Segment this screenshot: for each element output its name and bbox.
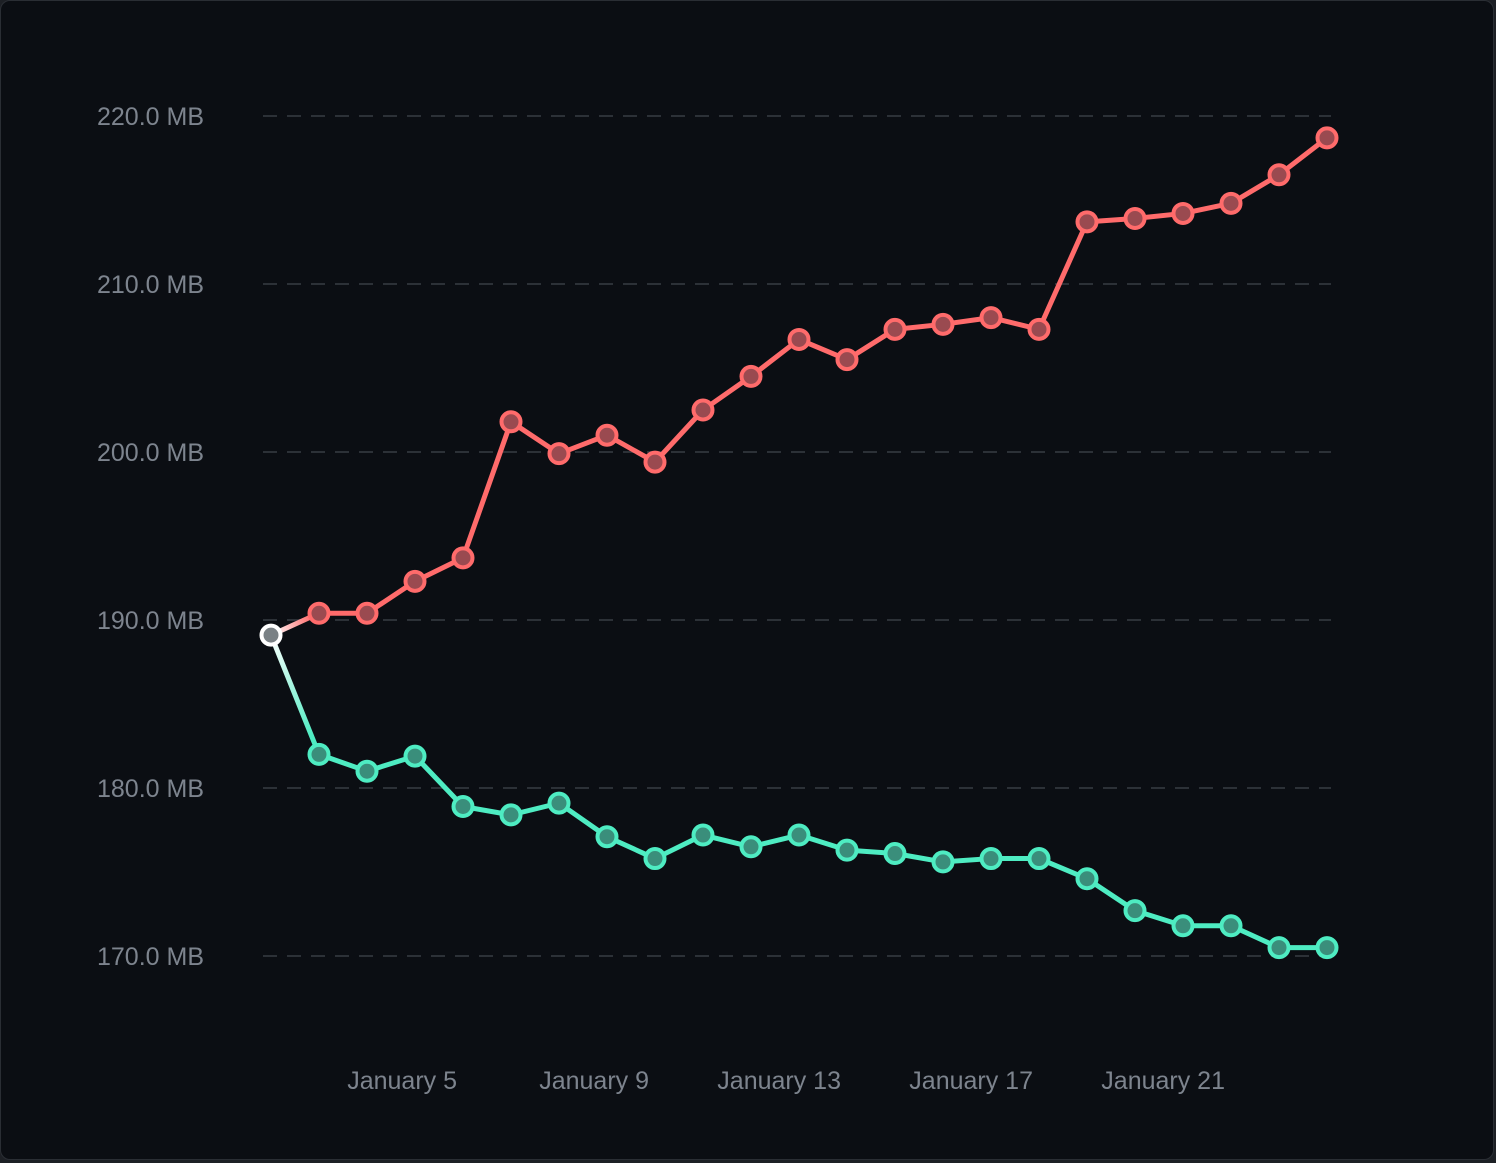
- y-tick-label: 170.0 MB: [97, 943, 204, 971]
- data-point[interactable]: [691, 823, 715, 847]
- data-point[interactable]: [1075, 210, 1099, 234]
- data-point[interactable]: [403, 569, 427, 593]
- x-tick-label: January 21: [1101, 1067, 1225, 1095]
- data-point[interactable]: [1123, 899, 1147, 923]
- data-point[interactable]: [883, 842, 907, 866]
- memory-line-chart: 170.0 MB 180.0 MB 190.0 MB 200.0 MB 210.0 MB…: [97, 103, 1339, 1095]
- x-tick-label: January 13: [717, 1067, 841, 1095]
- data-point[interactable]: [1027, 317, 1051, 341]
- data-point[interactable]: [1123, 206, 1147, 230]
- data-point[interactable]: [787, 327, 811, 351]
- data-point[interactable]: [499, 803, 523, 827]
- series-increase: [268, 126, 1339, 638]
- data-point[interactable]: [643, 450, 667, 474]
- data-point[interactable]: [1315, 126, 1339, 150]
- data-point[interactable]: [499, 410, 523, 434]
- data-point[interactable]: [355, 601, 379, 625]
- start-data-point[interactable]: [259, 623, 283, 647]
- data-point[interactable]: [595, 423, 619, 447]
- y-axis: 170.0 MB 180.0 MB 190.0 MB 200.0 MB 210.0 MB…: [97, 103, 204, 971]
- data-point[interactable]: [307, 742, 331, 766]
- series-start-segment: [268, 632, 322, 757]
- data-point[interactable]: [547, 442, 571, 466]
- data-point[interactable]: [643, 847, 667, 871]
- x-tick-label: January 5: [347, 1067, 457, 1095]
- data-point[interactable]: [883, 317, 907, 341]
- data-point[interactable]: [739, 364, 763, 388]
- data-point[interactable]: [1267, 936, 1291, 960]
- data-point[interactable]: [1171, 914, 1195, 938]
- x-axis: January 5 January 9 January 13 January 17 Ja…: [347, 1067, 1225, 1095]
- data-point[interactable]: [451, 794, 475, 818]
- data-point[interactable]: [835, 348, 859, 372]
- x-tick-label: January 17: [909, 1067, 1033, 1095]
- data-point[interactable]: [1171, 201, 1195, 225]
- y-tick-label: 190.0 MB: [97, 607, 204, 635]
- data-point[interactable]: [355, 759, 379, 783]
- series-layer: [259, 126, 1339, 960]
- x-tick-label: January 9: [539, 1067, 649, 1095]
- y-tick-label: 180.0 MB: [97, 775, 204, 803]
- data-point[interactable]: [691, 398, 715, 422]
- data-point[interactable]: [1219, 914, 1243, 938]
- data-point[interactable]: [1219, 191, 1243, 215]
- data-point[interactable]: [451, 546, 475, 570]
- y-tick-label: 220.0 MB: [97, 103, 204, 131]
- y-tick-label: 200.0 MB: [97, 439, 204, 467]
- chart-card: 170.0 MB 180.0 MB 190.0 MB 200.0 MB 210.0 MB…: [0, 0, 1494, 1160]
- data-point[interactable]: [1075, 867, 1099, 891]
- data-point[interactable]: [931, 312, 955, 336]
- data-point[interactable]: [979, 306, 1003, 330]
- data-point[interactable]: [1315, 936, 1339, 960]
- data-point[interactable]: [787, 823, 811, 847]
- data-point[interactable]: [835, 838, 859, 862]
- data-point[interactable]: [1027, 847, 1051, 871]
- data-point[interactable]: [403, 744, 427, 768]
- data-point[interactable]: [595, 825, 619, 849]
- data-point[interactable]: [739, 835, 763, 859]
- data-point[interactable]: [547, 791, 571, 815]
- data-point[interactable]: [307, 601, 331, 625]
- series-decrease: [268, 632, 1339, 960]
- data-point[interactable]: [931, 850, 955, 874]
- y-tick-label: 210.0 MB: [97, 271, 204, 299]
- data-point[interactable]: [979, 847, 1003, 871]
- data-point[interactable]: [1267, 163, 1291, 187]
